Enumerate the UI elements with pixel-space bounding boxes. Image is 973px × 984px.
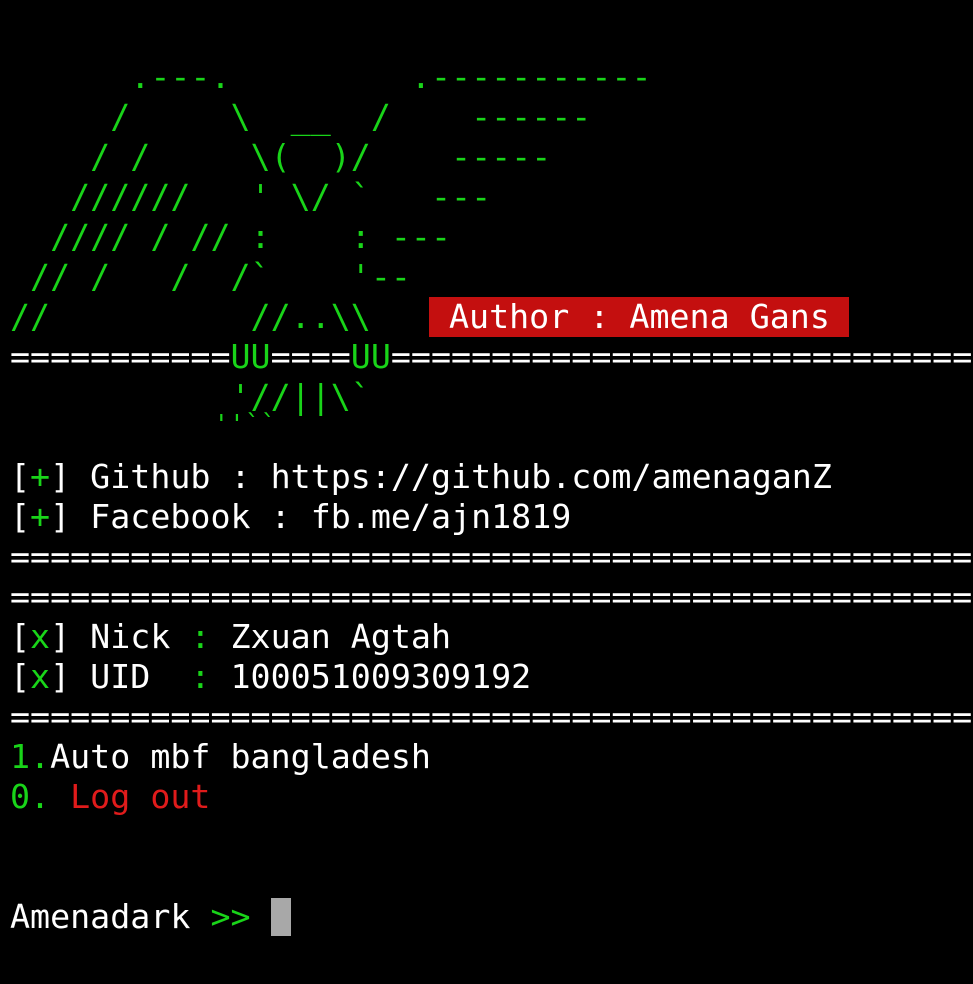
ascii-art-line: ////// ' \/ ` --- — [10, 177, 492, 216]
nick-line: [x] Nick : Zxuan Agtah — [10, 617, 451, 657]
bracket: [ — [10, 457, 31, 496]
bracket: ] — [50, 657, 71, 696]
separator-segment: =========== — [10, 337, 231, 376]
bracket: ] — [50, 457, 71, 496]
separator-segment: ============================= — [390, 337, 973, 376]
command-prompt[interactable]: Amenadark >> — [10, 897, 291, 937]
menu-number: 0. — [10, 777, 71, 816]
bracket: ] — [50, 617, 71, 656]
facebook-text: Facebook : fb.me/ajn1819 — [70, 497, 572, 536]
menu-item-auto-mbf: 1.Auto mbf bangladesh — [10, 737, 431, 777]
ascii-art-line: / / \( )/ ----- — [10, 137, 552, 176]
text-cursor[interactable] — [270, 898, 291, 936]
separator-segment: UU — [230, 337, 271, 376]
plus-marker: + — [30, 457, 51, 496]
menu-label: Log out — [70, 777, 211, 816]
separator-segment: ==== — [270, 337, 351, 376]
facebook-link-line: [+] Facebook : fb.me/ajn1819 — [10, 497, 571, 537]
colon: : — [190, 617, 211, 656]
plus-marker: + — [30, 497, 51, 536]
uid-value: 100051009309192 — [210, 657, 532, 696]
uid-line: [x] UID : 100051009309192 — [10, 657, 531, 697]
bracket: [ — [10, 657, 31, 696]
menu-label: Auto mbf bangladesh — [50, 737, 431, 776]
nick-value: Zxuan Agtah — [210, 617, 452, 656]
github-link-line: [+] Github : https://github.com/amenagan… — [10, 457, 832, 497]
prompt-arrows: >> — [210, 897, 251, 936]
ascii-art-line: //// / // : : --- — [10, 217, 452, 256]
ascii-art-line: .---. .----------- — [10, 57, 652, 96]
nick-label: Nick — [70, 617, 191, 656]
separator-line: ========================================… — [10, 577, 973, 616]
ascii-art-line: // //..\\ — [10, 297, 371, 336]
bracket: [ — [10, 497, 31, 536]
menu-item-log-out: 0. Log out — [10, 777, 210, 817]
colon: : — [190, 657, 211, 696]
bracket: ] — [50, 497, 71, 536]
github-text: Github : https://github.com/amenaganZ — [70, 457, 832, 496]
menu-number: 1. — [10, 737, 51, 776]
author-badge: Author : Amena Gans — [429, 297, 849, 337]
ascii-art-tail: ''`` — [10, 410, 277, 440]
banner-separator: ===========UU====UU=====================… — [10, 337, 972, 377]
uid-label: UID — [70, 657, 191, 696]
x-marker: x — [30, 617, 51, 656]
bracket: [ — [10, 617, 31, 656]
ascii-art-line: // / / /` '-- — [10, 257, 411, 296]
ascii-art-line: / \ __ / ------ — [10, 97, 592, 136]
separator-line: ========================================… — [10, 537, 973, 576]
separator-line: ========================================… — [10, 697, 973, 736]
x-marker: x — [30, 657, 51, 696]
separator-segment: UU — [350, 337, 391, 376]
prompt-label: Amenadark — [10, 897, 211, 936]
